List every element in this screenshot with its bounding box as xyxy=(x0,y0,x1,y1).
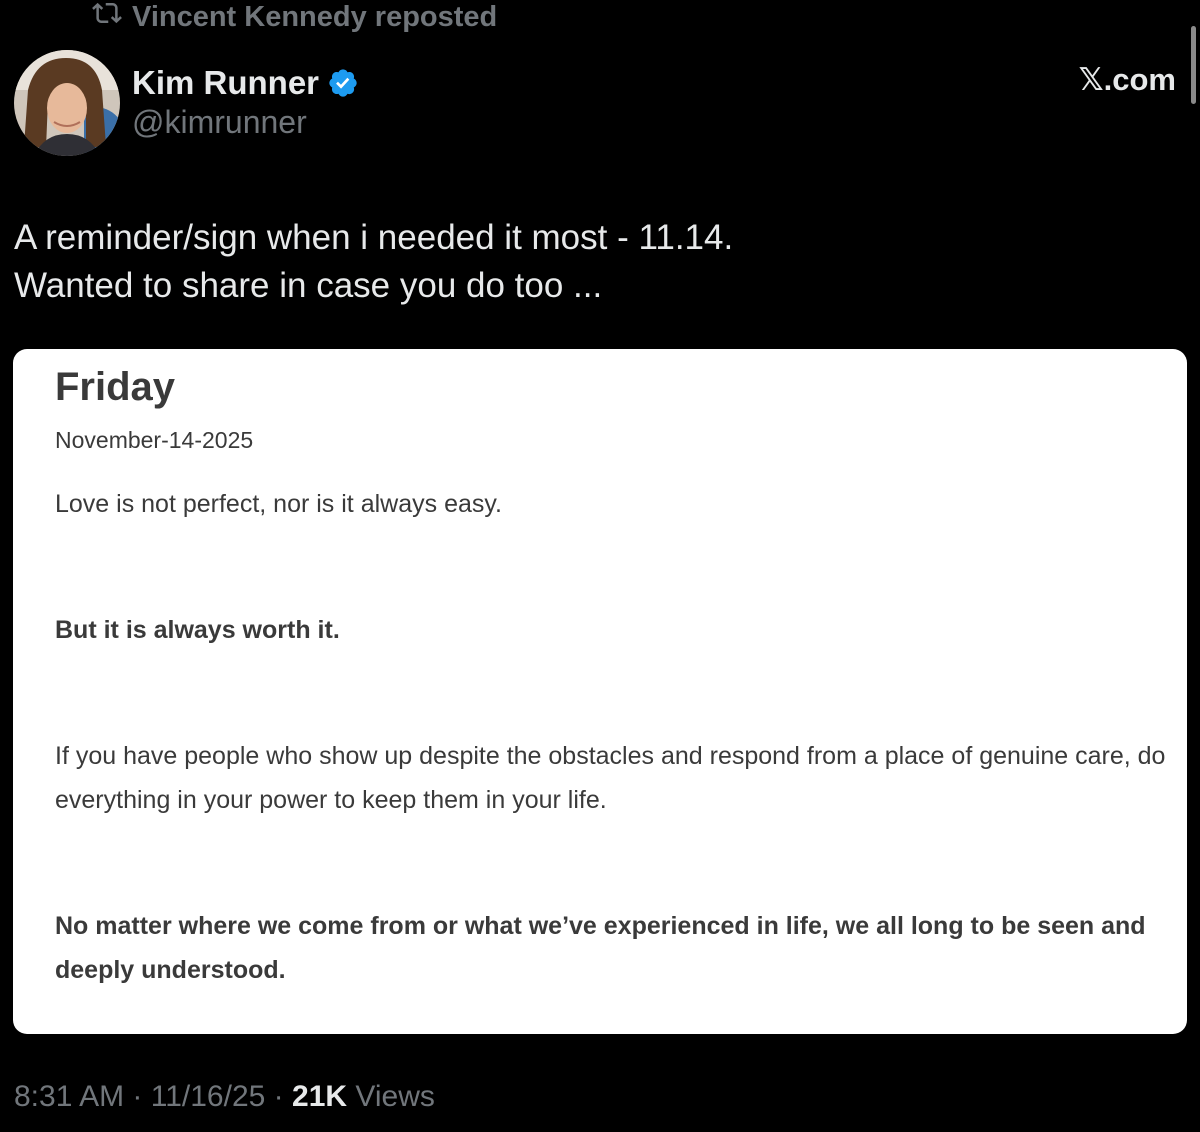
repost-indicator[interactable]: Vincent Kennedy reposted xyxy=(90,0,497,34)
verified-badge-icon xyxy=(327,67,359,99)
meta-separator: · xyxy=(273,1080,284,1113)
tweet-meta: 8:31 AM · 11/16/25 · 21K Views xyxy=(14,1080,435,1114)
card-date: November-14-2025 xyxy=(55,427,254,453)
author-name-text: Kim Runner xyxy=(132,64,320,101)
meta-separator: · xyxy=(132,1080,143,1113)
repost-icon xyxy=(90,0,124,36)
tweet-text: A reminder/sign when i needed it most - … xyxy=(14,214,1174,310)
tweet-time[interactable]: 8:31 AM xyxy=(14,1080,124,1113)
author-handle[interactable]: @kimrunner xyxy=(132,104,307,141)
scrollbar[interactable] xyxy=(1191,26,1196,104)
card-day: Friday xyxy=(55,365,176,409)
card-paragraph: If you have people who show up despite t… xyxy=(55,742,1166,814)
views-label: Views xyxy=(355,1080,435,1113)
card-paragraph: No matter where we come from or what we’… xyxy=(55,912,1146,984)
card-paragraph: But it is always worth it. xyxy=(55,616,340,644)
author-display-name[interactable]: Kim Runner xyxy=(132,62,359,104)
card-paragraph: Love is not perfect, nor is it always ea… xyxy=(55,490,502,518)
tweet-line: Wanted to share in case you do too ... xyxy=(14,266,603,305)
tweet-line: A reminder/sign when i needed it most - … xyxy=(14,218,734,257)
repost-label: Vincent Kennedy reposted xyxy=(132,0,498,33)
source-label: 𝕏.com xyxy=(1078,62,1176,97)
views-count: 21K xyxy=(292,1080,348,1113)
media-card[interactable]: Friday November-14-2025 Love is not perf… xyxy=(13,349,1187,1034)
tweet-date[interactable]: 11/16/25 xyxy=(151,1080,266,1113)
avatar[interactable] xyxy=(14,50,120,156)
